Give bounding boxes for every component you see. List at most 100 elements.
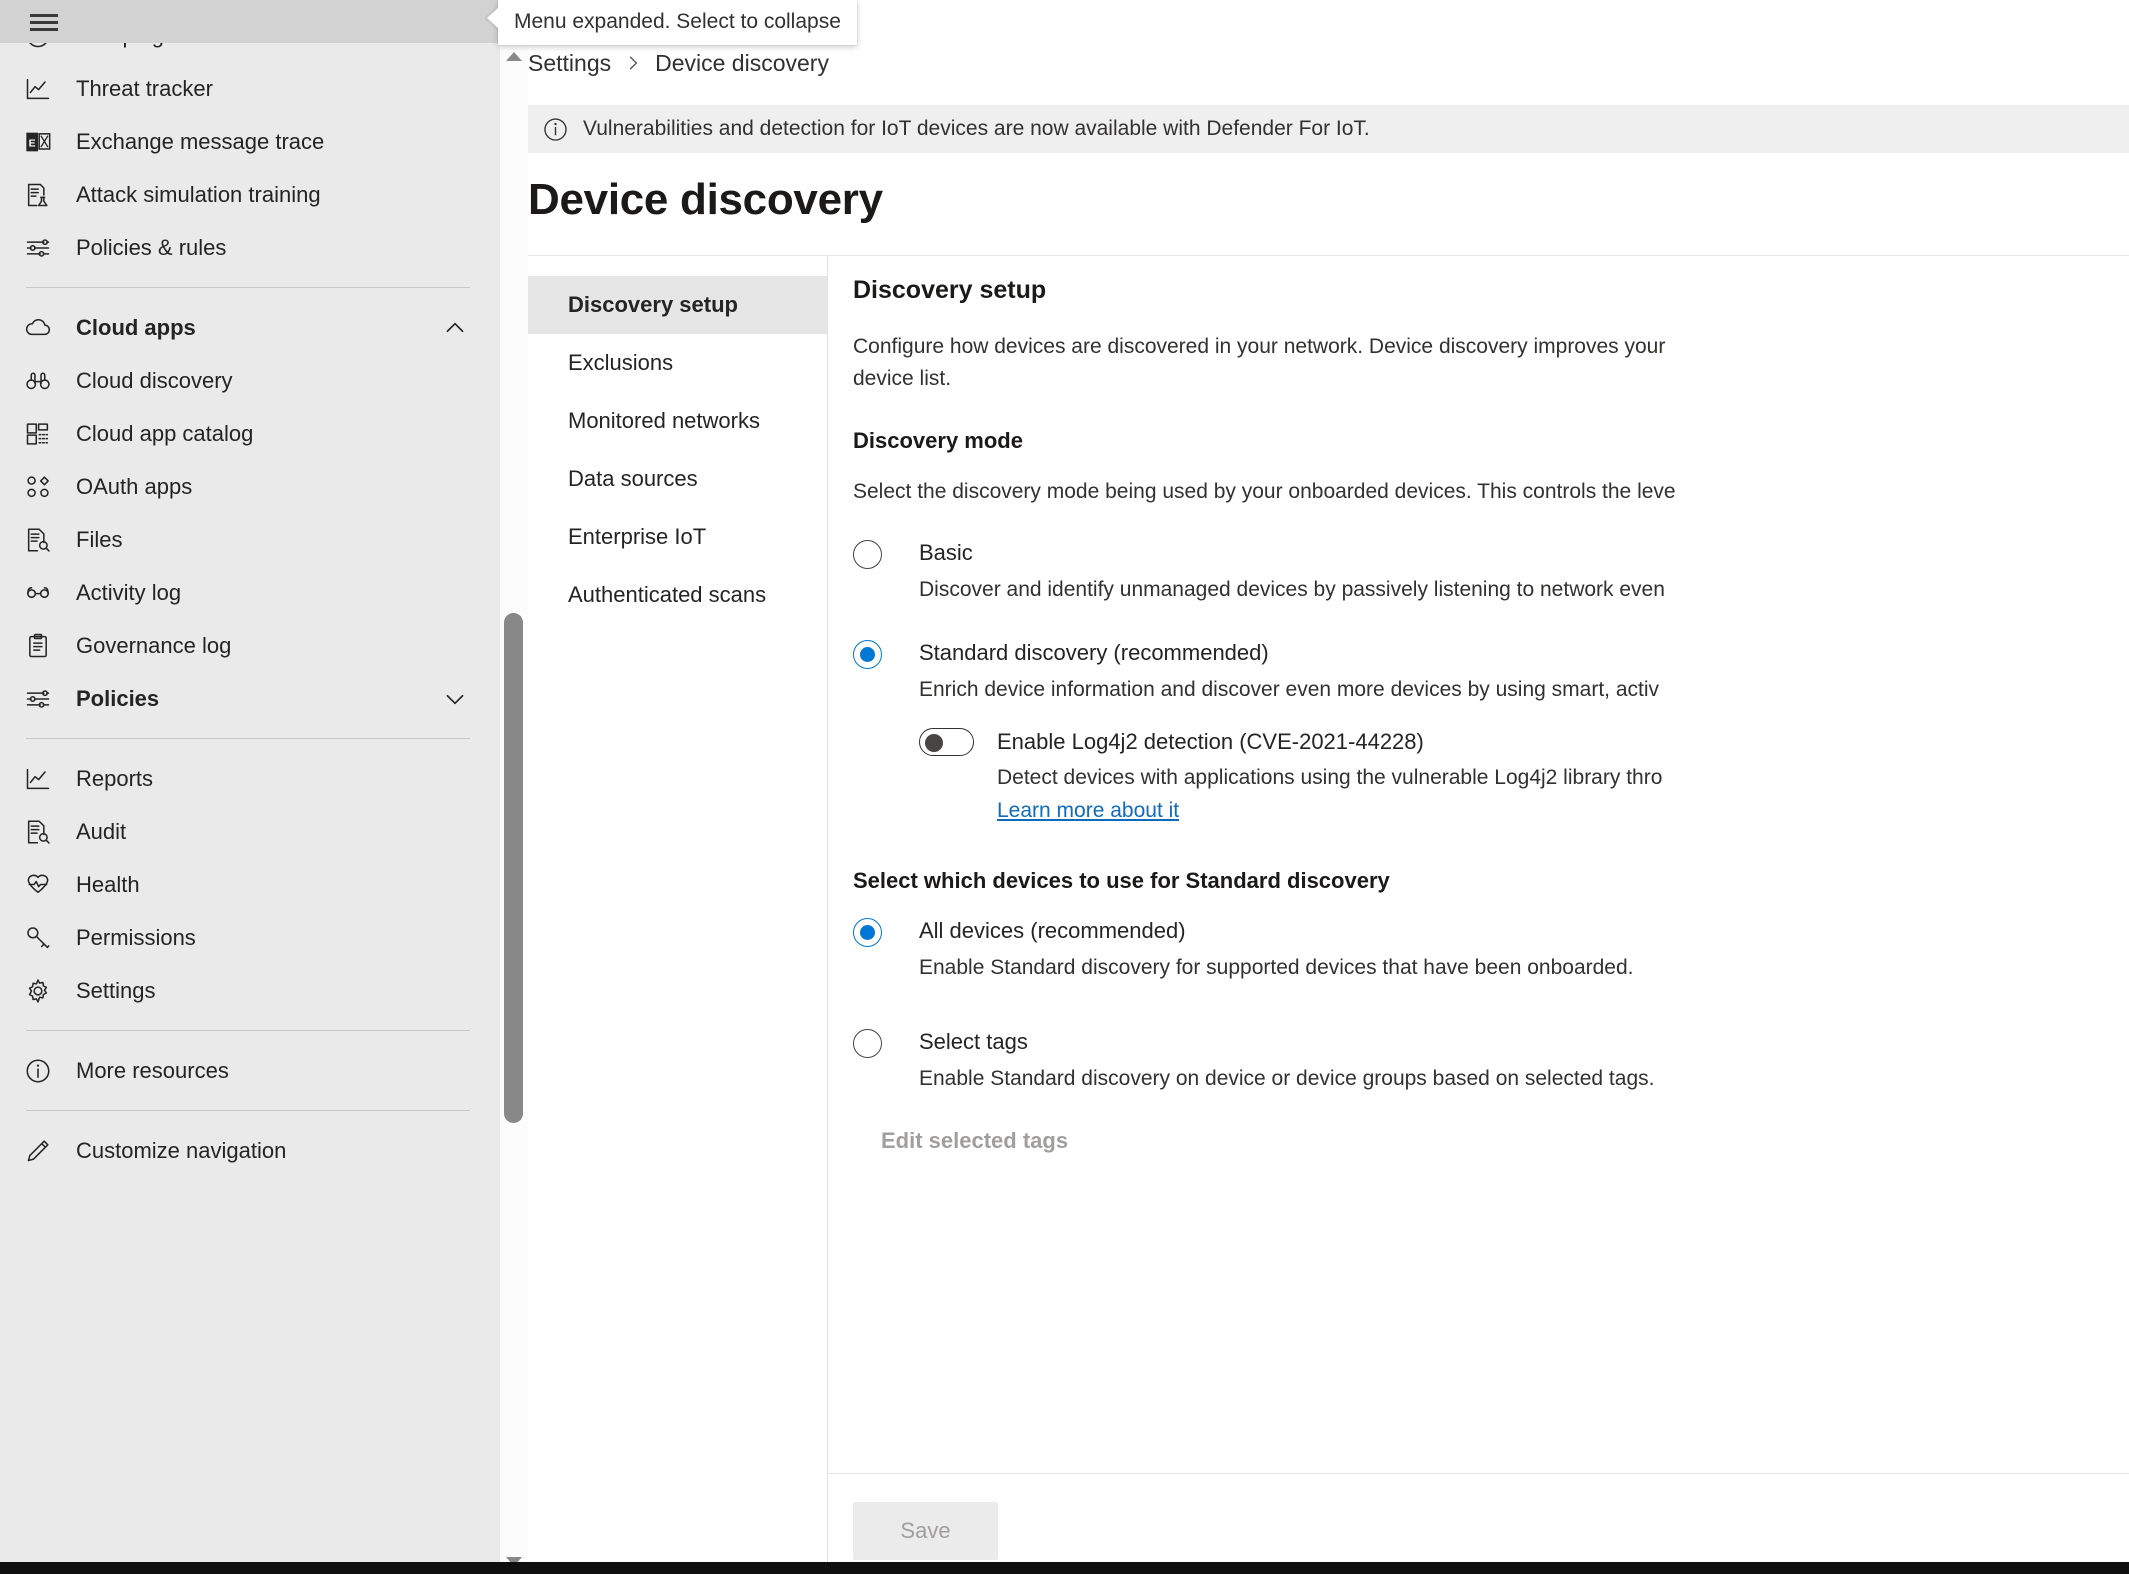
scrollbar-thumb[interactable]: [504, 613, 523, 1123]
radio-option-select-tags[interactable]: Select tags Enable Standard discovery on…: [853, 1027, 2129, 1094]
info-message-text: Vulnerabilities and detection for IoT de…: [583, 117, 1370, 140]
sidebar-item-cloud-app-catalog[interactable]: Cloud app catalog: [0, 407, 500, 460]
sidebar-item-reports[interactable]: Reports: [0, 752, 500, 805]
info-message-bar: Vulnerabilities and detection for IoT de…: [528, 105, 2129, 153]
nav-separator: [26, 1030, 470, 1031]
sidebar-item-more-resources[interactable]: More resources: [0, 1044, 500, 1097]
detail-heading: Discovery setup: [853, 276, 1047, 304]
chevron-up-icon[interactable]: [442, 315, 468, 341]
tabs-content-divider: [827, 256, 828, 1574]
window-bottom-bar: [0, 1562, 2129, 1574]
clipboard-icon: [24, 631, 66, 661]
sidebar-item-cloud-discovery[interactable]: Cloud discovery: [0, 354, 500, 407]
tab-discovery-setup[interactable]: Discovery setup: [528, 276, 828, 334]
title-divider: [528, 255, 2129, 256]
sidebar-item-campaigns[interactable]: Campaigns: [0, 43, 500, 62]
file-search-icon: [24, 817, 66, 847]
sidebar-item-label: Policies & rules: [76, 234, 227, 260]
page-title: Device discovery: [528, 175, 883, 224]
radio-all-devices-label: All devices (recommended): [919, 918, 1186, 943]
discovery-mode-description: Select the discovery mode being used by …: [853, 480, 1676, 503]
sidebar-item-settings[interactable]: Settings: [0, 964, 500, 1017]
sidebar-item-label: Reports: [76, 765, 154, 791]
sidebar-item-label: Health: [76, 871, 140, 897]
exchange-icon: E: [24, 127, 66, 157]
discovery-mode-title: Discovery mode: [853, 428, 1023, 453]
log4j2-toggle-label: Enable Log4j2 detection (CVE-2021-44228): [997, 729, 1424, 754]
sidebar-item-label: Campaigns: [66, 43, 187, 47]
cloud-icon: [24, 313, 66, 343]
tab-label: Monitored networks: [568, 408, 760, 433]
discovery-setup-panel: Discovery setup Configure how devices ar…: [853, 276, 2129, 1154]
sidebar-item-policies[interactable]: Policies: [0, 672, 500, 725]
hamburger-menu-icon[interactable]: [26, 8, 60, 36]
sidebar-item-policies-rules[interactable]: Policies & rules: [0, 221, 500, 274]
menu-tooltip: Menu expanded. Select to collapse: [498, 0, 857, 46]
breadcrumb-device-discovery[interactable]: Device discovery: [655, 50, 829, 77]
sidebar-item-threat-tracker[interactable]: Threat tracker: [0, 62, 500, 115]
radio-option-standard[interactable]: Standard discovery (recommended) Enrich …: [853, 638, 2129, 826]
info-circle-icon: [542, 116, 568, 142]
radio-option-basic[interactable]: Basic Discover and identify unmanaged de…: [853, 538, 2129, 605]
key-icon: [24, 923, 66, 953]
sidebar-item-label: Cloud app catalog: [76, 420, 254, 446]
sidebar-item-label: Permissions: [76, 924, 196, 950]
scroll-up-arrow-icon[interactable]: [500, 45, 528, 67]
radio-basic-description: Discover and identify unmanaged devices …: [919, 578, 1665, 601]
sidebar-scrollbar[interactable]: [500, 43, 528, 1574]
sidebar-item-health[interactable]: Health: [0, 858, 500, 911]
flask-document-icon: [24, 180, 66, 210]
glasses-icon: [24, 578, 66, 608]
radio-all-devices-indicator[interactable]: [853, 918, 882, 947]
sidebar-item-permissions[interactable]: Permissions: [0, 911, 500, 964]
radio-basic-indicator[interactable]: [853, 540, 882, 569]
line-chart-icon: [24, 74, 66, 104]
tab-monitored-networks[interactable]: Monitored networks: [528, 392, 828, 450]
radio-select-tags-description: Enable Standard discovery on device or d…: [919, 1067, 1655, 1090]
tab-data-sources[interactable]: Data sources: [528, 450, 828, 508]
chevron-right-icon: [624, 54, 642, 72]
footer-divider: [827, 1473, 2129, 1474]
save-button[interactable]: Save: [853, 1502, 998, 1560]
tab-enterprise-iot[interactable]: Enterprise IoT: [528, 508, 828, 566]
sidebar-item-customize-navigation[interactable]: Customize navigation: [0, 1124, 500, 1177]
nav-separator: [26, 738, 470, 739]
toggle-knob: [925, 734, 943, 752]
sidebar-item-cloud-apps[interactable]: Cloud apps: [0, 301, 500, 354]
tab-exclusions[interactable]: Exclusions: [528, 334, 828, 392]
grid-list-icon: [24, 419, 66, 449]
sidebar-item-exchange-message-trace[interactable]: E Exchange message trace: [0, 115, 500, 168]
log4j2-toggle-block: Enable Log4j2 detection (CVE-2021-44228)…: [919, 727, 2129, 826]
sidebar-item-attack-simulation-training[interactable]: Attack simulation training: [0, 168, 500, 221]
device-selection-title: Select which devices to use for Standard…: [853, 868, 1390, 893]
sidebar-item-label: Customize navigation: [76, 1137, 287, 1163]
breadcrumb-settings[interactable]: Settings: [528, 50, 611, 77]
radio-option-all-devices[interactable]: All devices (recommended) Enable Standar…: [853, 916, 2129, 983]
nav-separator: [26, 1110, 470, 1111]
sidebar-item-activity-log[interactable]: Activity log: [0, 566, 500, 619]
settings-tab-list: Discovery setup Exclusions Monitored netwo…: [528, 276, 828, 624]
radio-basic-label: Basic: [919, 540, 973, 565]
tab-authenticated-scans[interactable]: Authenticated scans: [528, 566, 828, 624]
tab-label: Exclusions: [568, 350, 674, 375]
svg-text:E: E: [29, 137, 36, 149]
edit-selected-tags-link[interactable]: Edit selected tags: [881, 1128, 1068, 1154]
info-circle-icon: [24, 1056, 66, 1086]
tab-label: Authenticated scans: [568, 582, 767, 607]
target-icon: [24, 43, 66, 51]
sidebar-item-label: Settings: [76, 977, 156, 1003]
sidebar-item-governance-log[interactable]: Governance log: [0, 619, 500, 672]
radio-select-tags-indicator[interactable]: [853, 1029, 882, 1058]
log4j2-learn-more-link[interactable]: Learn more about it: [997, 796, 1179, 826]
radio-standard-indicator[interactable]: [853, 640, 882, 669]
sidebar-item-label: Governance log: [76, 632, 232, 658]
sidebar-item-files[interactable]: Files: [0, 513, 500, 566]
chevron-down-icon[interactable]: [442, 686, 468, 712]
sidebar-item-audit[interactable]: Audit: [0, 805, 500, 858]
sidebar-item-oauth-apps[interactable]: OAuth apps: [0, 460, 500, 513]
binoculars-icon: [24, 366, 66, 396]
nav-separator: [26, 287, 470, 288]
main-content: Settings Device discovery Vulnerabilitie…: [528, 43, 2129, 1574]
breadcrumb: Settings Device discovery: [528, 43, 829, 85]
log4j2-toggle-switch[interactable]: [919, 728, 974, 756]
